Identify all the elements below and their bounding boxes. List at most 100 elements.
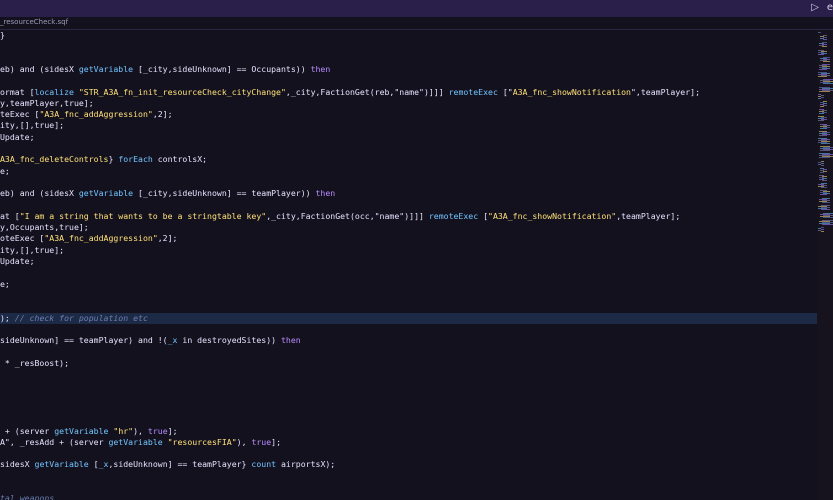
code-token: _x [167,335,178,346]
code-line[interactable] [0,200,817,211]
minimap-stroke [820,192,827,193]
minimap-stroke [822,112,827,113]
code-line[interactable]: e; [0,166,817,177]
code-line[interactable] [0,471,817,482]
minimap-stroke [819,155,830,156]
code-line[interactable]: ormat [localize "STR_A3A_fn_init_resourc… [0,87,817,98]
code-line[interactable]: teExec ["A3A_fnc_addAggression",2]; [0,109,817,120]
code-line[interactable] [0,143,817,154]
code-line[interactable] [0,75,817,86]
minimap-stroke [819,87,830,88]
minimap-stroke [821,139,830,140]
minimap-stroke [818,184,824,185]
code-line[interactable] [0,414,817,425]
minimap-stroke [822,222,833,223]
minimap-stroke [822,134,830,135]
code-line[interactable]: Update; [0,256,817,267]
code-line[interactable] [0,301,817,312]
code-line[interactable]: e; [0,279,817,290]
code-token: eb) and (sidesX [0,63,79,74]
code-line[interactable] [0,369,817,380]
code-token: getVariable [108,436,163,447]
minimap-stroke [819,177,824,178]
code-line[interactable] [0,403,817,414]
code-line[interactable]: y,Occupants,true]; [0,222,817,233]
code-editor[interactable]: } eb) and (sidesX getVariable [_city,side… [0,30,817,500]
code-line[interactable] [0,53,817,64]
code-token: ,_city,FactionGet(reb,"name")]]] [285,86,449,97]
code-line[interactable] [0,41,817,52]
minimap-stroke [818,164,821,165]
code-line[interactable]: eb) and (sidesX getVariable [_city,sideU… [0,188,817,199]
tab-resource-check[interactable]: _resourceCheck.sqf [0,18,68,26]
code-line[interactable] [0,290,817,301]
minimap-stroke [818,142,827,143]
minimap-stroke [821,75,830,76]
minimap-stroke [819,69,827,70]
code-token: } [108,154,119,165]
minimap-stroke [823,57,830,58]
code-line[interactable]: oteExec ["A3A_fnc_addAggression",2]; [0,233,817,244]
code-line[interactable] [0,448,817,459]
code-line[interactable]: Update; [0,132,817,143]
code-line[interactable]: sidesX getVariable [_x,sideUnknown] == t… [0,459,817,470]
minimap-stroke [818,116,824,117]
code-line[interactable] [0,346,817,357]
code-token: A", _resAdd + (server [0,436,109,447]
minimap-stroke [822,46,827,47]
minimap-stroke [821,227,824,228]
code-line[interactable]: y,teamPlayer,true]; [0,98,817,109]
code-line[interactable]: eb) and (sidesX getVariable [_city,sideU… [0,64,817,75]
minimap-stroke [821,141,830,142]
code-token: "A3A_fnc_addAggression" [39,109,153,120]
minimap-stroke [818,230,821,231]
minimap-stroke [820,60,827,61]
code-line[interactable] [0,380,817,391]
minimap-stroke [820,80,830,81]
code-token: airportsX); [276,459,336,470]
code-line[interactable]: + (server getVariable "hr"), true]; [0,426,817,437]
code-line[interactable] [0,482,817,493]
minimap-stroke [820,216,830,217]
code-line[interactable]: ); // check for population etc [0,312,817,324]
minimap-stroke [822,220,833,221]
minimap-stroke [820,58,827,59]
minimap-stroke [819,89,830,90]
minimap-stroke [821,95,824,96]
minimap-stroke [820,150,830,151]
code-token: [_city,sideUnknown] == teamPlayer)) [133,188,316,199]
minimap-stroke [823,127,830,128]
code-line[interactable]: } [0,30,817,41]
code-token: etc [133,312,148,323]
minimap-stroke [820,126,827,127]
minimap-stroke [822,88,833,89]
code-line[interactable]: A", _resAdd + (server getVariable "resou… [0,437,817,448]
minimap-stroke [823,215,833,216]
code-line[interactable]: ity,[],true]; [0,245,817,256]
code-line[interactable] [0,177,817,188]
minimap-stroke [821,209,830,210]
minimap-stroke [818,50,824,51]
code-token: true [147,425,168,436]
code-token: tal weapons [0,493,55,500]
code-line[interactable] [0,324,817,335]
minimap-stroke [820,170,824,171]
code-line[interactable]: tal weapons [0,493,817,500]
code-line[interactable]: sideUnknown] == teamPlayer) and !(_x in … [0,335,817,346]
minimap-stroke [818,52,824,53]
minimap-stroke [819,43,824,44]
minimap-stroke [823,149,833,150]
code-line[interactable] [0,392,817,403]
code-line[interactable]: ity,[],true]; [0,120,817,131]
minimap[interactable] [817,30,833,500]
code-line[interactable] [0,267,817,278]
code-line[interactable]: at ["I am a string that wants to be a st… [0,211,817,222]
code-line[interactable]: * _resBoost); [0,358,817,369]
minimap-stroke [820,168,824,169]
code-token: "STR_A3A_fn_init_resourceCheck_cityChang… [73,86,286,97]
code-line[interactable]: A3A_fnc_deleteControls} forEach controls… [0,154,817,165]
minimap-stroke [822,110,827,111]
more-icon[interactable]: e [827,2,833,13]
code-token: then [315,188,336,199]
run-icon[interactable]: ▷ [811,2,819,13]
